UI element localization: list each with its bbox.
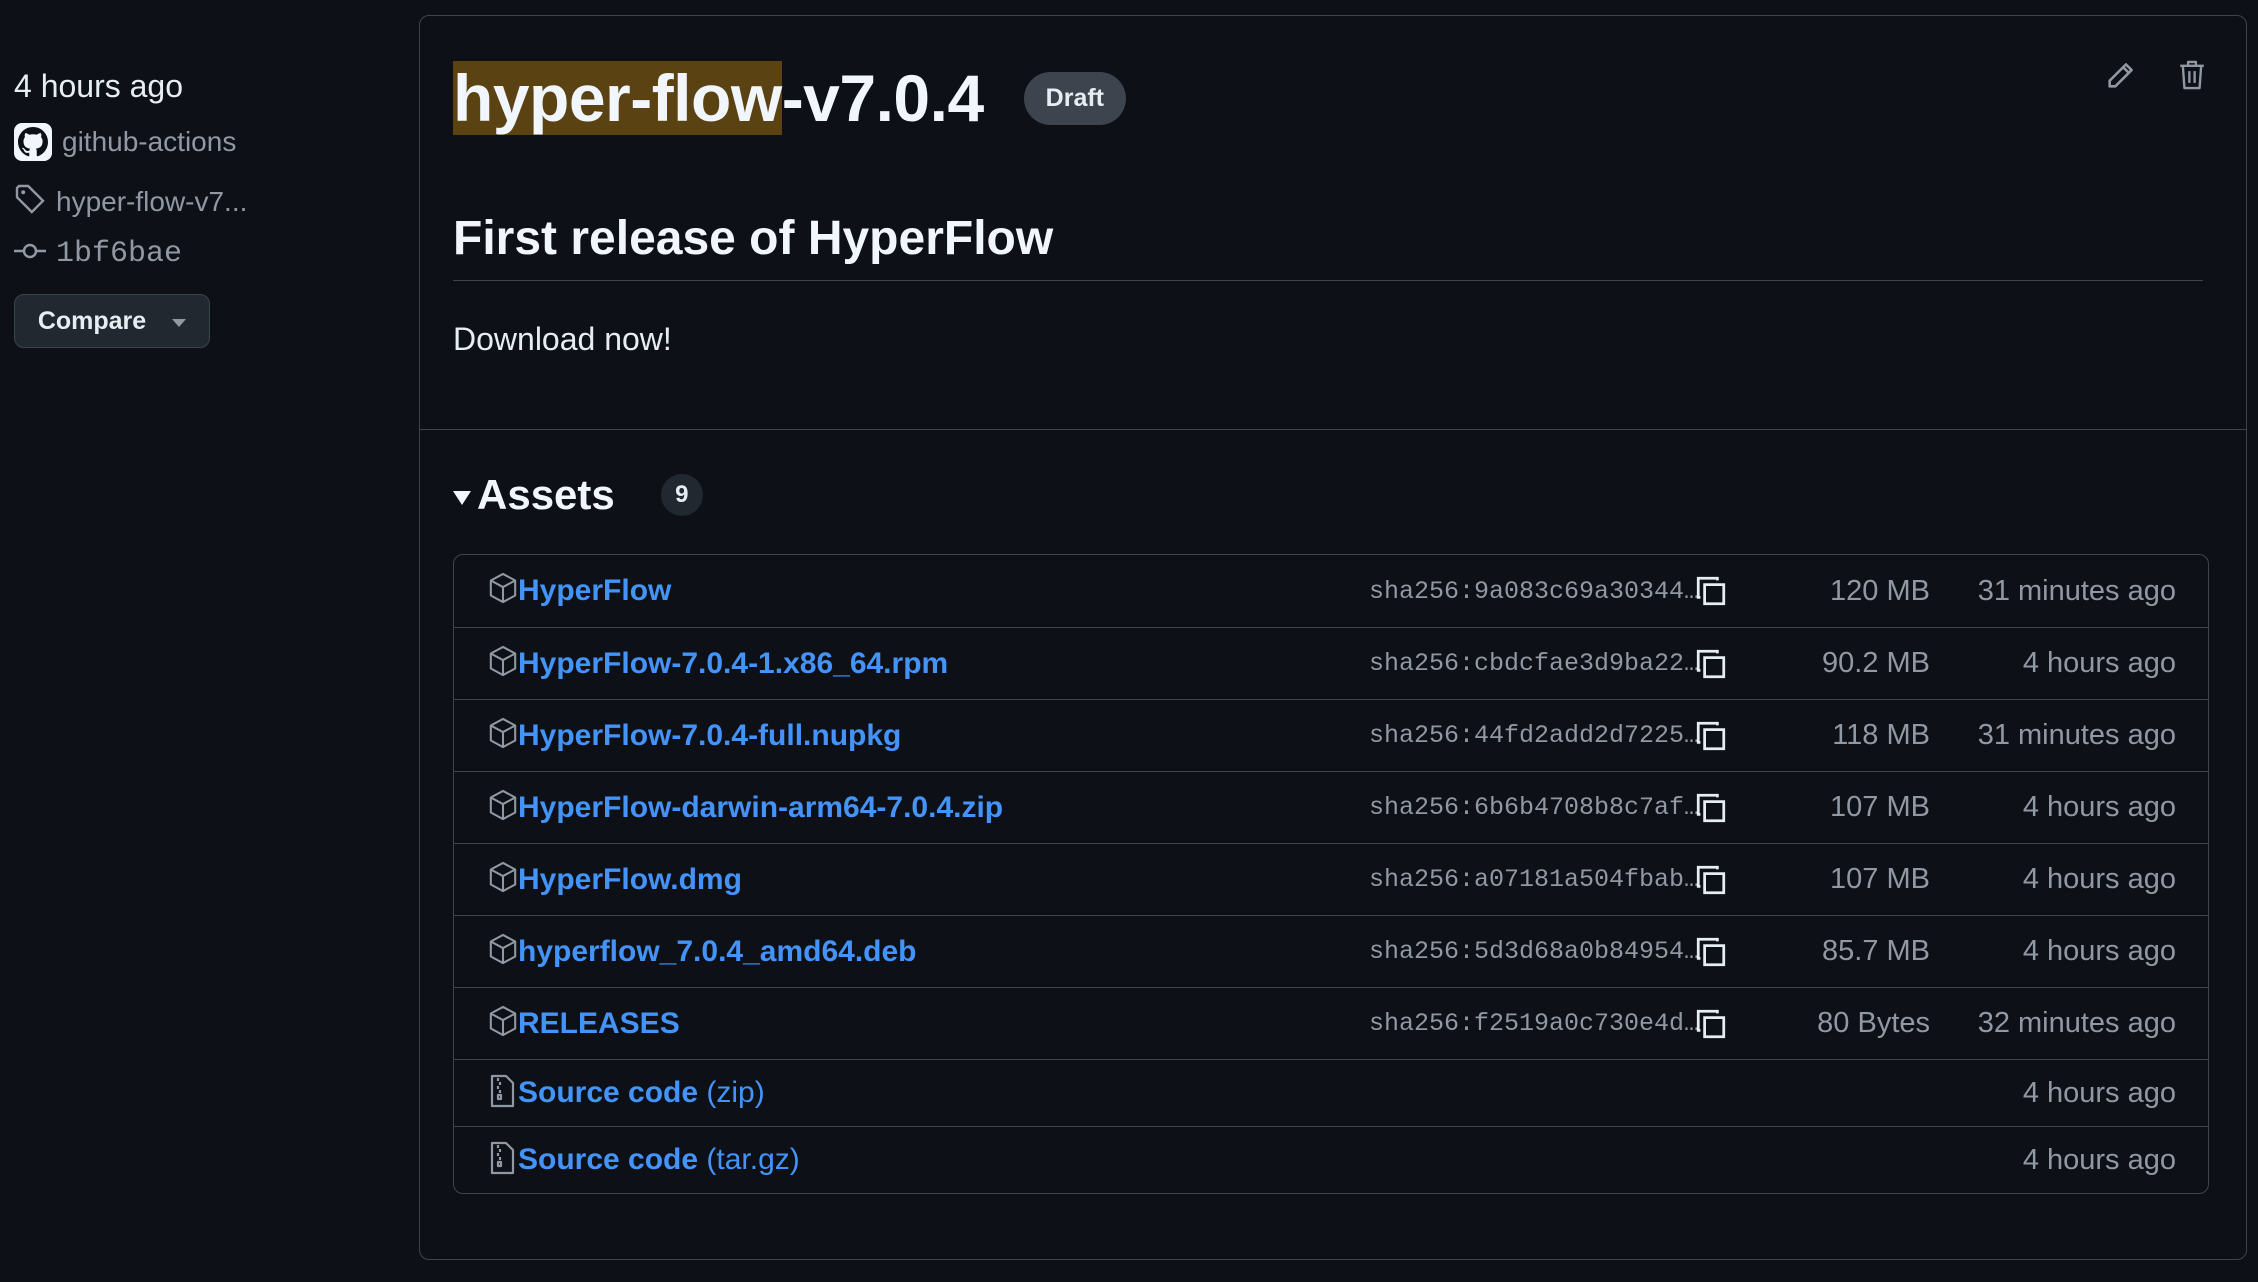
author-name: github-actions [62,126,237,157]
asset-size: 118 MB [1832,719,1930,751]
asset-time: 4 hours ago [2022,935,2176,967]
assets-table: HyperFlow sha256:9a083c69a30344… 120 MB … [453,554,2209,1194]
trash-icon[interactable] [2176,58,2208,97]
tag-name: hyper-flow-v7... [56,186,248,217]
copy-icon[interactable] [1694,1007,1728,1046]
asset-sha: sha256:44fd2add2d7225… [1369,721,1700,750]
release-card: hyper-flow-v7.0.4 Draft First release of… [419,15,2247,1260]
copy-icon[interactable] [1694,935,1728,974]
tag-link[interactable]: hyper-flow-v7... [14,172,394,232]
source-name: Source code [518,1143,699,1176]
commit-icon [14,237,46,271]
copy-icon[interactable] [1694,647,1728,686]
asset-sha: sha256:a07181a504fbab… [1369,865,1700,894]
asset-row: HyperFlow-7.0.4-full.nupkg sha256:44fd2a… [454,699,2208,771]
title-search-highlight: hyper-flow [453,61,782,135]
asset-size: 107 MB [1830,791,1930,823]
asset-sha: sha256:9a083c69a30344… [1369,576,1700,606]
release-notes-text: Download now! [453,321,672,357]
github-avatar-icon [14,123,52,161]
triangle-down-icon [453,491,471,505]
file-zip-icon [488,1074,516,1113]
package-icon [488,789,518,826]
asset-time: 4 hours ago [2022,863,2176,895]
tag-icon [14,183,46,222]
commit-link[interactable]: 1bf6bae [14,232,394,276]
release-actions [2104,58,2208,97]
asset-time: 4 hours ago [2022,1076,2176,1109]
release-header: hyper-flow-v7.0.4 Draft [453,60,1127,136]
pencil-icon[interactable] [2104,58,2138,97]
author-link[interactable]: github-actions [14,112,394,172]
asset-size: 90.2 MB [1822,647,1930,679]
copy-icon[interactable] [1694,719,1728,758]
assets-toggle[interactable]: Assets 9 [453,471,703,519]
draft-badge: Draft [1023,71,1127,125]
package-icon [488,572,518,609]
source-format: (zip) [706,1076,765,1109]
compare-button[interactable]: Compare [14,294,210,348]
asset-row: RELEASES sha256:f2519a0c730e4d… 80 Bytes… [454,987,2208,1059]
asset-name-link[interactable]: HyperFlow-7.0.4-full.nupkg [518,719,901,753]
asset-name-link[interactable]: hyperflow_7.0.4_amd64.deb [518,935,917,969]
package-icon [488,1005,518,1042]
release-notes-heading: First release of HyperFlow [453,211,2203,281]
asset-row: HyperFlow sha256:9a083c69a30344… 120 MB … [454,555,2208,627]
source-row: Source code (zip) 4 hours ago [454,1059,2208,1126]
package-icon [488,933,518,970]
asset-row: hyperflow_7.0.4_amd64.deb sha256:5d3d68a… [454,915,2208,987]
source-code-link[interactable]: Source code (zip) [518,1076,765,1110]
source-row: Source code (tar.gz) 4 hours ago [454,1126,2208,1193]
asset-size: 120 MB [1830,574,1930,607]
package-icon [488,861,518,898]
asset-time: 4 hours ago [2022,647,2176,679]
copy-icon[interactable] [1694,791,1728,830]
asset-name-link[interactable]: HyperFlow-7.0.4-1.x86_64.rpm [518,647,948,681]
copy-icon[interactable] [1694,863,1728,902]
asset-time: 4 hours ago [2022,791,2176,823]
asset-row: HyperFlow.dmg sha256:a07181a504fbab… 107… [454,843,2208,915]
asset-size: 85.7 MB [1822,935,1930,967]
asset-name-link[interactable]: HyperFlow-darwin-arm64-7.0.4.zip [518,791,1003,825]
asset-sha: sha256:cbdcfae3d9ba22… [1369,649,1700,678]
asset-sha: sha256:6b6b4708b8c7af… [1369,793,1700,822]
file-zip-icon [488,1141,516,1180]
section-divider [420,429,2246,430]
source-code-link[interactable]: Source code (tar.gz) [518,1143,800,1177]
asset-sha: sha256:f2519a0c730e4d… [1369,1009,1700,1038]
release-sidebar: 4 hours ago github-actions hyper-flow-v7… [14,60,394,348]
compare-label: Compare [37,306,147,335]
asset-name-link[interactable]: RELEASES [518,1007,680,1041]
package-icon [488,717,518,754]
asset-time: 32 minutes ago [1977,1007,2176,1039]
release-title[interactable]: hyper-flow-v7.0.4 [453,60,984,136]
asset-time: 4 hours ago [2022,1143,2176,1176]
commit-sha: 1bf6bae [56,237,183,271]
release-time: 4 hours ago [14,68,184,104]
package-icon [488,645,518,682]
source-format: (tar.gz) [706,1143,800,1176]
title-rest: -v7.0.4 [781,61,984,135]
asset-name-link[interactable]: HyperFlow [518,574,671,608]
asset-time: 31 minutes ago [1977,719,2176,751]
source-name: Source code [518,1076,699,1109]
asset-size: 107 MB [1830,863,1930,895]
chevron-down-icon [172,319,187,327]
asset-row: HyperFlow-7.0.4-1.x86_64.rpm sha256:cbdc… [454,627,2208,699]
assets-count-badge: 9 [660,474,703,516]
asset-sha: sha256:5d3d68a0b84954… [1369,937,1700,966]
assets-heading: Assets [477,471,615,518]
copy-icon[interactable] [1694,574,1728,613]
asset-time: 31 minutes ago [1977,574,2176,607]
asset-size: 80 Bytes [1817,1007,1930,1039]
asset-name-link[interactable]: HyperFlow.dmg [518,863,742,897]
asset-row: HyperFlow-darwin-arm64-7.0.4.zip sha256:… [454,771,2208,843]
